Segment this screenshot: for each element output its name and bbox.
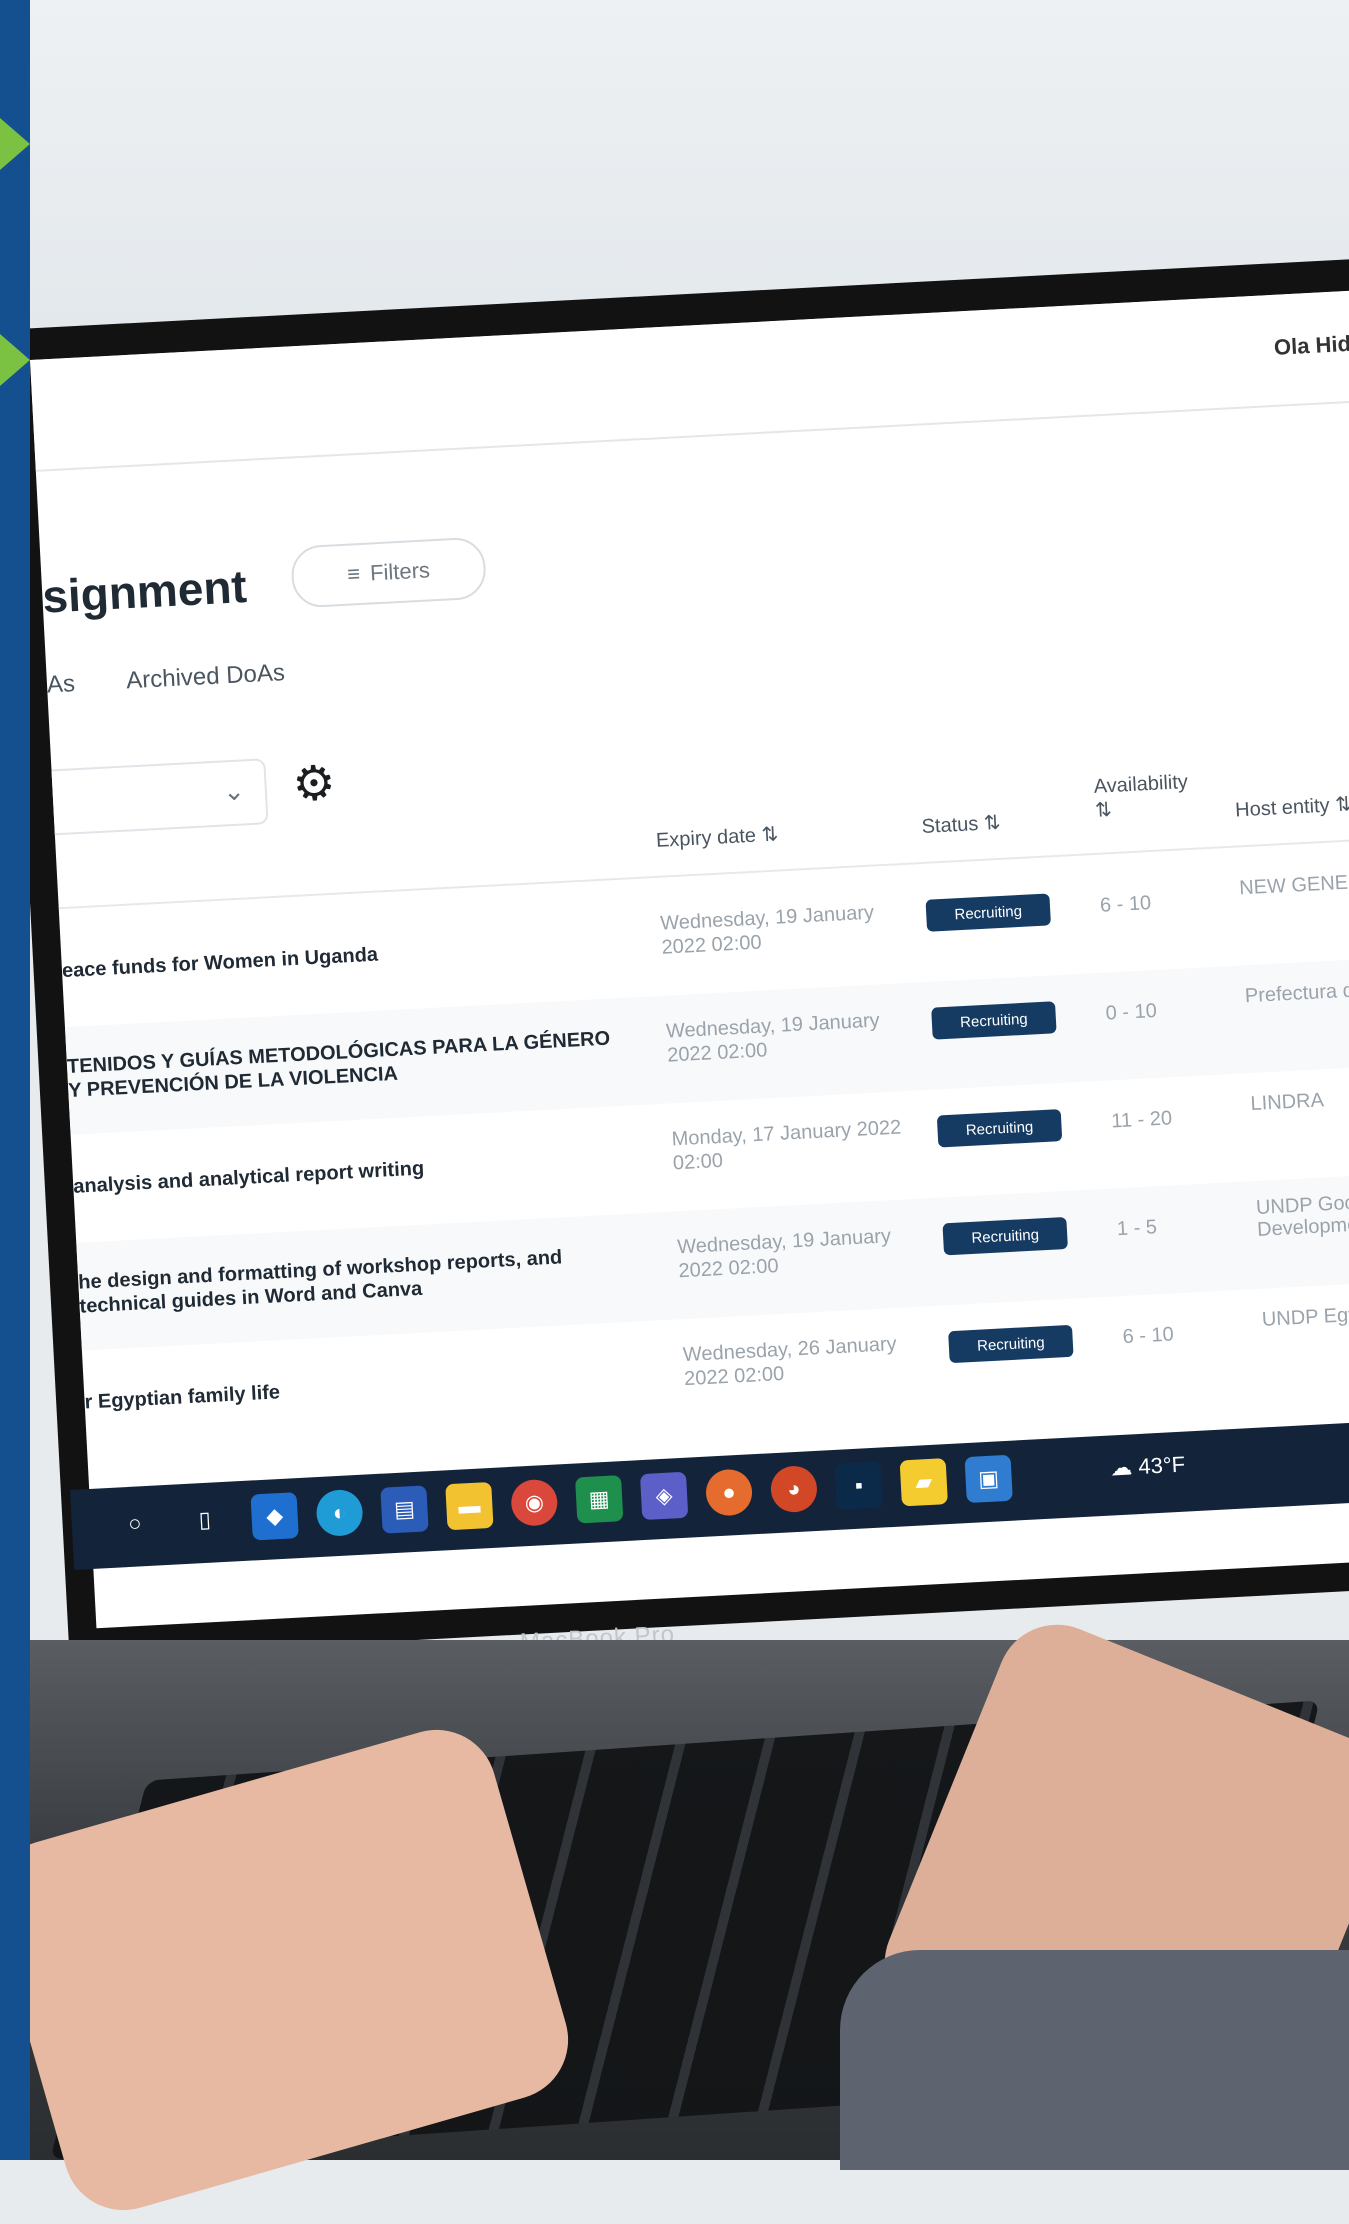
column-header-availability[interactable]: Availability ⇅ — [1093, 769, 1215, 823]
availability-value: 11 - 20 — [1110, 1107, 1173, 1133]
assignment-title[interactable]: eace funds for Women in Uganda — [61, 930, 621, 983]
user-name[interactable]: Ola Hid — [1273, 331, 1349, 361]
weather-widget[interactable]: ☁ 43°F — [1110, 1452, 1186, 1482]
search-circle-icon[interactable]: ○ — [111, 1499, 159, 1547]
gear-icon[interactable]: ⚙ — [291, 755, 337, 813]
arrow-icon — [0, 334, 30, 386]
availability-value: 6 - 10 — [1122, 1323, 1175, 1349]
sort-icon: ⇅ — [983, 811, 1002, 835]
edge-icon[interactable]: ◐ — [315, 1488, 364, 1538]
assignment-title[interactable]: analysis and analytical report writing — [73, 1146, 633, 1199]
sort-icon: ⇅ — [1334, 793, 1349, 817]
column-label: Status — [921, 813, 979, 838]
status-badge: Recruiting — [925, 893, 1051, 932]
expiry-date: Wednesday, 19 January 2022 02:00 — [676, 1225, 892, 1283]
task-view-icon[interactable]: ▯ — [181, 1496, 229, 1544]
tab-active-doas[interactable]: As — [46, 670, 75, 698]
laptop-screen: Ola Hid signment ≡ Filters As Archived D… — [30, 285, 1349, 1629]
outlook-icon[interactable]: ◆ — [250, 1492, 299, 1541]
tabs: As Archived DoAs — [46, 657, 331, 700]
teams-icon[interactable]: ◈ — [639, 1471, 689, 1521]
column-header-host[interactable]: Host entity ⇅ — [1235, 791, 1349, 822]
host-entity: Prefectura de — [1244, 979, 1349, 1008]
sticky-notes-icon[interactable]: ▰ — [899, 1458, 948, 1507]
column-label: Availability — [1093, 770, 1189, 798]
sort-select[interactable]: ⌄ — [30, 758, 269, 838]
host-entity: LINDRA — [1250, 1089, 1325, 1116]
sort-icon: ⇅ — [1094, 799, 1113, 822]
photoshop-icon[interactable]: ▪ — [834, 1461, 884, 1510]
assignment-title[interactable]: TENIDOS Y GUÍAS METODOLÓGICAS PARA LA GÉ… — [66, 1026, 628, 1103]
expiry-date: Wednesday, 19 January 2022 02:00 — [665, 1009, 881, 1067]
status-badge: Recruiting — [931, 1001, 1057, 1040]
availability-value: 1 - 5 — [1116, 1216, 1158, 1241]
powerpoint-icon[interactable]: ◕ — [769, 1464, 819, 1514]
page-title: signment — [41, 560, 248, 623]
arrow-icon — [0, 118, 30, 170]
column-header-expiry[interactable]: Expiry date ⇅ — [655, 822, 779, 853]
filter-icon: ≡ — [346, 561, 361, 587]
host-entity: UNDP Good to Developme — [1255, 1190, 1349, 1241]
assignment-title[interactable]: r Egyptian family life — [84, 1361, 644, 1414]
tab-archived-doas[interactable]: Archived DoAs — [126, 659, 286, 694]
word-icon[interactable]: ▤ — [380, 1485, 429, 1534]
host-entity: UNDP Egypt — [1261, 1302, 1349, 1331]
sort-icon: ⇅ — [760, 823, 779, 847]
firefox-icon[interactable]: ● — [704, 1468, 754, 1517]
status-badge: Recruiting — [948, 1324, 1074, 1364]
weather-temp: 43°F — [1137, 1451, 1186, 1480]
photos-icon[interactable]: ▣ — [964, 1454, 1013, 1504]
host-entity: NEW GENERA — [1238, 870, 1349, 900]
sleeve — [840, 1950, 1349, 2170]
brand-sidebar-bar — [0, 0, 30, 2160]
availability-value: 0 - 10 — [1105, 999, 1158, 1025]
expiry-date: Monday, 17 January 2022 02:00 — [671, 1116, 902, 1175]
status-badge: Recruiting — [942, 1216, 1068, 1256]
filters-label: Filters — [369, 557, 431, 586]
column-label: Host entity — [1234, 794, 1331, 822]
column-header-status[interactable]: Status ⇅ — [921, 810, 1001, 839]
status-badge: Recruiting — [936, 1109, 1063, 1148]
excel-icon[interactable]: ▦ — [575, 1475, 624, 1524]
availability-value: 6 - 10 — [1099, 892, 1152, 917]
expiry-date: Wednesday, 19 January 2022 02:00 — [659, 901, 875, 959]
chevron-down-icon: ⌄ — [222, 775, 246, 807]
assignment-title[interactable]: he design and formatting of workshop rep… — [78, 1241, 640, 1318]
column-label: Expiry date — [655, 824, 757, 852]
chrome-icon[interactable]: ◉ — [510, 1478, 559, 1527]
cloud-icon: ☁ — [1109, 1454, 1133, 1481]
expiry-date: Wednesday, 26 January 2022 02:00 — [682, 1333, 898, 1391]
folder-icon[interactable]: ▬ — [445, 1481, 494, 1531]
filters-button[interactable]: ≡ Filters — [290, 536, 488, 609]
